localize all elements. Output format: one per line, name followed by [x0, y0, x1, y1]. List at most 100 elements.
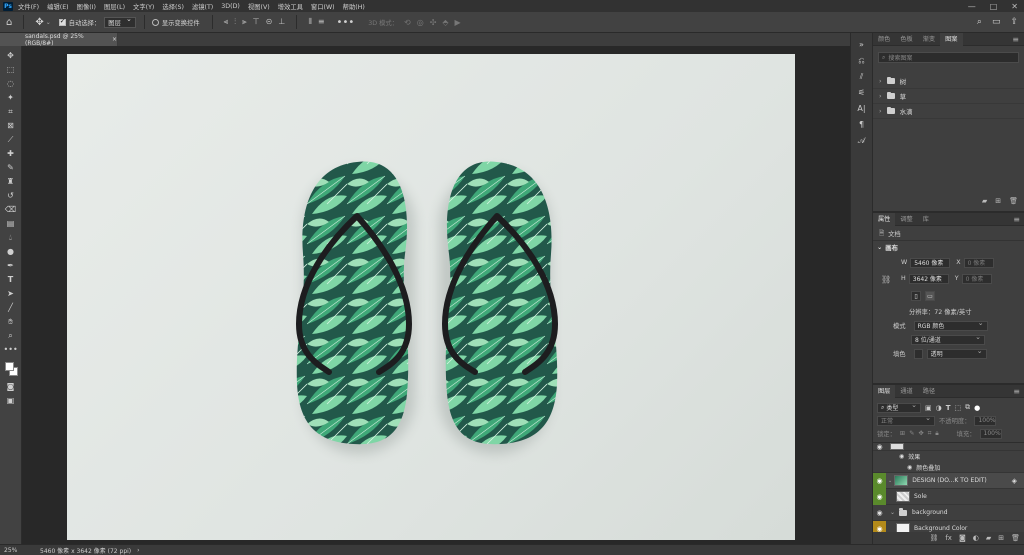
fill-swatch[interactable]	[913, 348, 923, 359]
lock-move-icon[interactable]: ✥	[918, 430, 923, 437]
edit-toolbar-icon[interactable]: •••	[4, 344, 18, 355]
layer-effects-row[interactable]: ◉ 效果	[873, 451, 1024, 462]
tab-color[interactable]: 颜色	[873, 33, 895, 46]
auto-select-target-dropdown[interactable]: 图层	[104, 15, 136, 28]
layer-effect-color-overlay[interactable]: ◉ 颜色叠加	[873, 462, 1024, 473]
align-top-icon[interactable]: ⊤	[253, 17, 260, 27]
zoom-level[interactable]: 25%	[4, 547, 40, 554]
chevron-down-icon[interactable]: ⌄	[890, 509, 895, 516]
move-tool-icon[interactable]: ✥	[4, 50, 18, 61]
height-field[interactable]: 3642 像素	[908, 273, 949, 284]
show-transform-checkbox[interactable]	[151, 18, 159, 26]
lock-all-icon[interactable]: 🔒︎	[935, 430, 938, 438]
pattern-folder-trees[interactable]: › 树	[873, 74, 1024, 89]
eye-icon[interactable]: ◉	[873, 509, 886, 517]
auto-select-checkbox[interactable]	[58, 17, 66, 26]
filter-smart-icon[interactable]: ⧉	[965, 403, 970, 412]
portrait-icon[interactable]: ▯	[911, 291, 921, 301]
x-field[interactable]: 0 像素	[963, 257, 994, 268]
depth-dropdown[interactable]: 8 位/通道	[911, 333, 985, 345]
home-icon[interactable]: ⌂	[6, 17, 12, 28]
menu-help[interactable]: 帮助(H)	[343, 2, 365, 11]
quick-mask-icon[interactable]: ◙	[4, 381, 18, 392]
panel-menu-icon[interactable]: ≡	[1012, 35, 1019, 44]
lasso-tool-icon[interactable]: ◌	[4, 78, 18, 89]
search-icon[interactable]: ⌕	[977, 17, 982, 27]
pattern-search-input[interactable]: ⌕ 搜索图案	[878, 52, 1019, 63]
align-left-icon[interactable]: ⫷	[224, 17, 229, 27]
tab-paths[interactable]: 路径	[918, 385, 940, 398]
hand-tool-icon[interactable]: ✋︎	[4, 316, 18, 327]
new-group-icon[interactable]: ▰	[986, 534, 991, 542]
layer-row-design[interactable]: ◉ ⌄ DESIGN (DO...K TO EDIT) ◈	[873, 472, 1024, 489]
maximize-button[interactable]: □	[990, 2, 998, 11]
tab-properties[interactable]: 属性	[873, 212, 896, 226]
link-icon[interactable]: ⛓	[881, 275, 891, 284]
filter-adjust-icon[interactable]: ◑	[936, 404, 942, 412]
history-brush-tool-icon[interactable]: ↺	[4, 190, 18, 201]
align-bottom-icon[interactable]: ⊥	[278, 17, 285, 27]
menu-file[interactable]: 文件(F)	[18, 2, 39, 11]
adjustment-layer-icon[interactable]: ◐	[973, 534, 979, 542]
y-field[interactable]: 0 像素	[961, 273, 992, 284]
eye-icon[interactable]: ◉	[873, 443, 886, 450]
brush-tool-icon[interactable]: ✎	[4, 162, 18, 173]
move-tool-icon[interactable]: ✥	[35, 17, 43, 28]
menu-view[interactable]: 视图(V)	[248, 2, 270, 11]
lock-artboard-icon[interactable]: ⌗	[928, 430, 932, 438]
filter-toggle-icon[interactable]: ●	[974, 404, 980, 412]
paragraph-icon[interactable]: ¶	[855, 119, 869, 131]
filter-type-icon[interactable]: T	[946, 404, 951, 412]
panel-menu-icon[interactable]: ≡	[1013, 215, 1020, 224]
tab-gradients[interactable]: 渐变	[918, 33, 940, 46]
blend-mode-dropdown[interactable]: 正常	[877, 414, 935, 426]
new-pattern-icon[interactable]: ⊞	[995, 197, 1001, 205]
document-canvas[interactable]	[67, 54, 795, 540]
pattern-folder-water[interactable]: › 水滴	[873, 104, 1024, 119]
menu-filter[interactable]: 滤镜(T)	[192, 2, 213, 11]
adjust-icon[interactable]: ⚟	[855, 87, 869, 99]
align-right-icon[interactable]: ⫸	[242, 17, 247, 27]
dodge-tool-icon[interactable]: ●	[4, 246, 18, 257]
screen-mode-icon[interactable]: ▣	[4, 395, 18, 406]
tab-swatches[interactable]: 色板	[895, 33, 917, 46]
width-field[interactable]: 5460 像素	[910, 257, 951, 268]
pen-tool-icon[interactable]: ✒	[4, 260, 18, 271]
menu-type[interactable]: 文字(Y)	[133, 2, 154, 11]
marquee-tool-icon[interactable]: ⬚	[4, 64, 18, 75]
3d-rotate-icon[interactable]: ⟲	[404, 18, 411, 27]
tab-layers[interactable]: 图层	[873, 384, 896, 398]
history-icon[interactable]: ⎌	[855, 55, 869, 67]
glyphs-icon[interactable]: 𝒜	[855, 135, 869, 147]
align-vcenter-icon[interactable]: ⊝	[266, 17, 273, 27]
3d-scale-icon[interactable]: ▶	[455, 18, 461, 27]
clone-stamp-tool-icon[interactable]: ♜	[4, 176, 18, 187]
distribute-h-icon[interactable]: ⦀	[308, 17, 312, 27]
gradient-tool-icon[interactable]: ▤	[4, 218, 18, 229]
tab-adjustments[interactable]: 调整	[895, 213, 917, 226]
type-tool-icon[interactable]: T	[4, 274, 18, 285]
menu-layer[interactable]: 图层(L)	[104, 2, 125, 11]
magic-wand-tool-icon[interactable]: ✦	[4, 92, 18, 103]
3d-roll-icon[interactable]: ◎	[417, 18, 424, 27]
layer-row-background-group[interactable]: ◉ ⌄ background	[873, 505, 1024, 521]
layer-row-sole[interactable]: ◉ Sole	[873, 488, 1024, 505]
document-tab[interactable]: sandals.psd @ 25%(RGB/8#) ×	[22, 33, 118, 47]
distribute-v-icon[interactable]: ≡	[318, 17, 325, 27]
add-mask-icon[interactable]: ◙	[959, 534, 966, 542]
foreground-color-swatch[interactable]	[4, 362, 14, 371]
menu-plugins[interactable]: 增效工具	[278, 2, 303, 11]
chevron-right-icon[interactable]: ›	[879, 92, 882, 100]
eye-icon[interactable]: ◉	[899, 453, 904, 460]
panel-menu-icon[interactable]: ≡	[1013, 387, 1020, 396]
status-arrow-icon[interactable]: ›	[137, 547, 139, 554]
chevron-right-icon[interactable]: ›	[879, 77, 882, 85]
fx-icon[interactable]: fx	[945, 534, 952, 542]
zoom-tool-icon[interactable]: ⌕	[4, 330, 18, 341]
menu-select[interactable]: 选择(S)	[162, 2, 184, 11]
tab-libraries[interactable]: 库	[918, 213, 934, 226]
line-tool-icon[interactable]: ╱	[4, 302, 18, 313]
layer-filter-dropdown[interactable]: ⌕ 类型	[877, 401, 921, 413]
eye-icon[interactable]: ◉	[907, 464, 912, 471]
eyedropper-tool-icon[interactable]: ⟋	[4, 134, 18, 145]
